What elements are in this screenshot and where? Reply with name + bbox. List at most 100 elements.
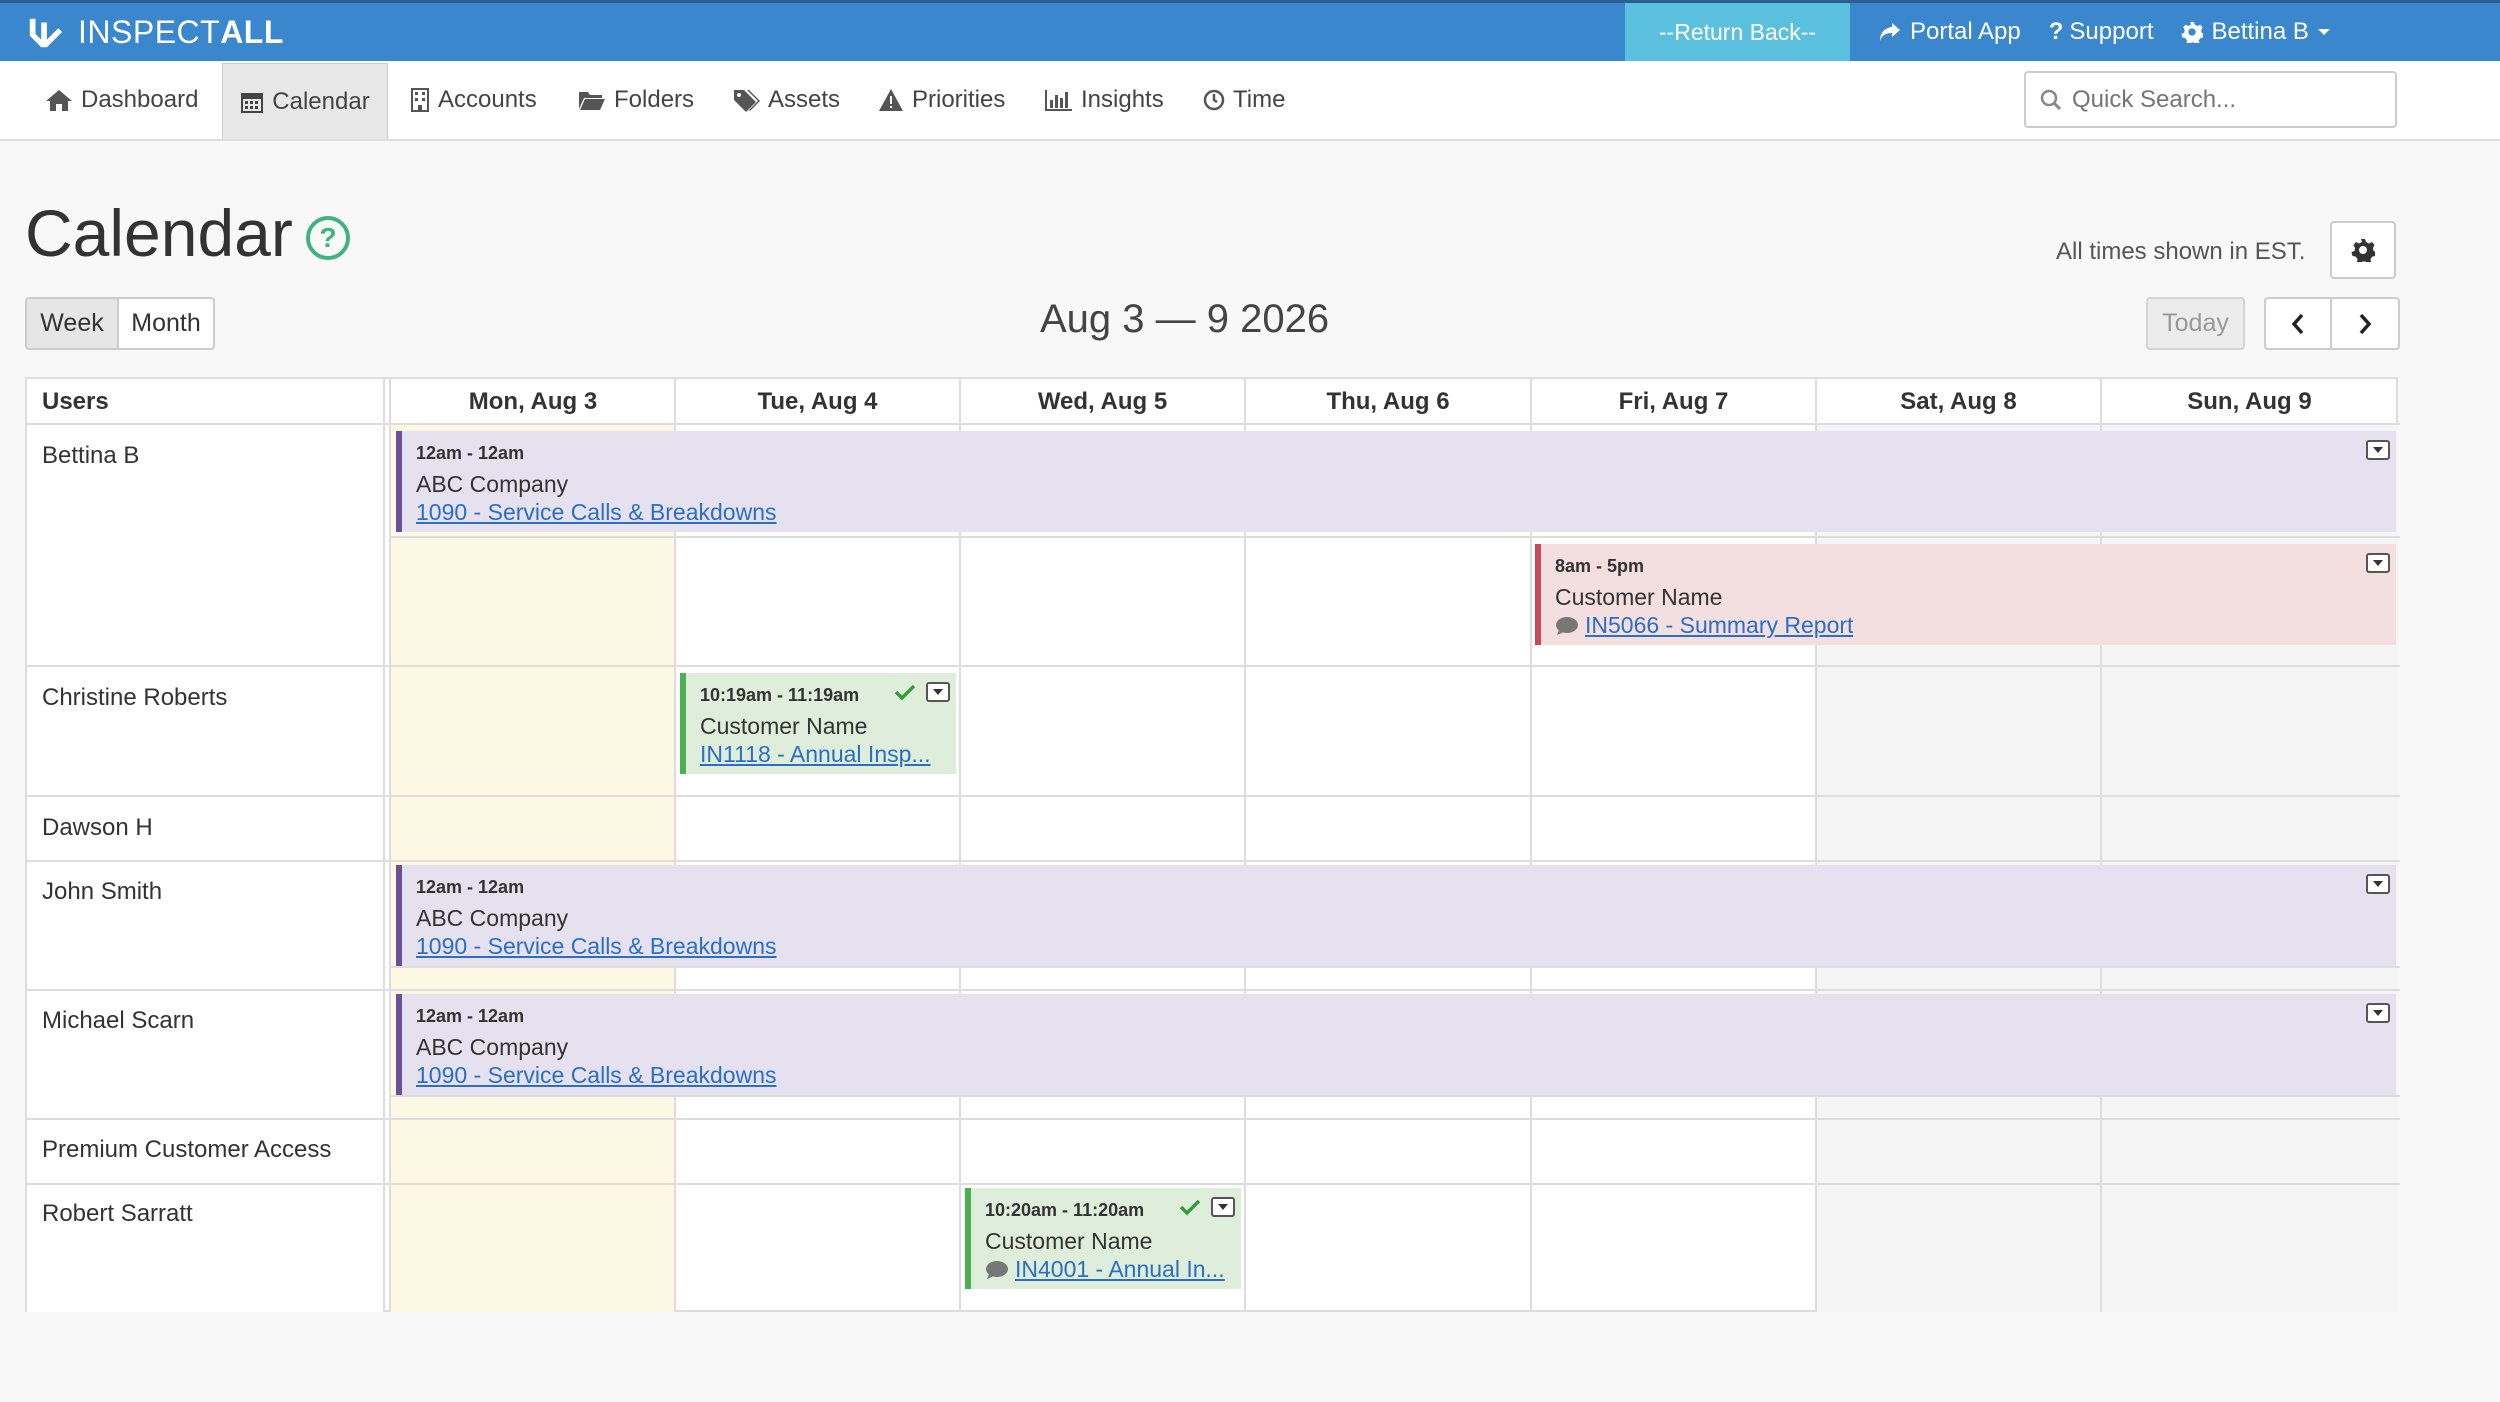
- clock-icon: [1203, 89, 1225, 111]
- nav-insights[interactable]: Insights: [1045, 61, 1164, 139]
- week-view-button[interactable]: Week: [27, 299, 119, 348]
- day-header: Sat, Aug 8: [1900, 388, 2017, 415]
- top-bar: INSPECT ALL --Return Back-- Portal App ? …: [0, 0, 2500, 61]
- calendar-event[interactable]: 12am - 12am ABC Company 1090 - Service C…: [396, 994, 2396, 1095]
- event-menu-button[interactable]: [2366, 440, 2390, 460]
- support-link[interactable]: ? Support: [2049, 18, 2154, 46]
- page-title: Calendar: [25, 196, 293, 270]
- week-pager: [2264, 297, 2400, 350]
- user-menu[interactable]: Bettina B: [2181, 18, 2330, 46]
- quick-search[interactable]: [2024, 71, 2397, 128]
- check-icon: [894, 684, 916, 701]
- event-link[interactable]: IN5066 - Summary Report: [1555, 612, 2396, 639]
- calendar-settings-button[interactable]: [2330, 221, 2396, 279]
- caret-down-icon: [933, 689, 943, 695]
- grid-line: [389, 966, 2400, 968]
- portal-app-label: Portal App: [1910, 18, 2021, 45]
- event-link[interactable]: IN4001 - Annual In...: [985, 1256, 1241, 1283]
- app-logo[interactable]: INSPECT ALL: [0, 13, 284, 51]
- nav-dashboard[interactable]: Dashboard: [45, 61, 198, 139]
- user-row-name: Michael Scarn: [42, 1007, 195, 1034]
- event-link[interactable]: 1090 - Service Calls & Breakdowns: [416, 933, 2396, 960]
- event-link-text: 1090 - Service Calls & Breakdowns: [416, 1062, 777, 1088]
- grid-line: [27, 795, 2400, 797]
- next-week-button[interactable]: [2332, 299, 2398, 348]
- event-link-text: 1090 - Service Calls & Breakdowns: [416, 933, 777, 959]
- nav-accounts[interactable]: Accounts: [410, 61, 537, 139]
- nav-assets-label: Assets: [768, 86, 841, 113]
- event-menu-button[interactable]: [926, 682, 950, 702]
- calendar-grid: Users Mon, Aug 3 Tue, Aug 4 Wed, Aug 5 T…: [25, 377, 2400, 1312]
- event-time: 10:19am - 11:19am: [700, 685, 860, 705]
- event-link[interactable]: IN1118 - Annual Insp...: [700, 741, 956, 768]
- event-menu-button[interactable]: [2366, 1003, 2390, 1023]
- event-link[interactable]: 1090 - Service Calls & Breakdowns: [416, 1062, 2396, 1089]
- caret-down-icon: [2373, 447, 2383, 453]
- chevron-right-icon: [2359, 313, 2372, 334]
- return-back-button[interactable]: --Return Back--: [1625, 3, 1850, 61]
- day-header: Mon, Aug 3: [468, 388, 598, 415]
- grid-line: [27, 1118, 2400, 1120]
- day-header: Sun, Aug 9: [2187, 388, 2312, 415]
- event-menu-button[interactable]: [2366, 553, 2390, 573]
- event-menu-button[interactable]: [2366, 874, 2390, 894]
- share-icon: [1880, 23, 1900, 41]
- event-link-text: 1090 - Service Calls & Breakdowns: [416, 499, 777, 525]
- tags-icon: [734, 90, 760, 112]
- event-time: 10:20am - 11:20am: [985, 1200, 1145, 1220]
- calendar-icon: [241, 92, 264, 113]
- calendar-event[interactable]: 10:20am - 11:20am Customer Name IN4001 -…: [965, 1188, 1241, 1289]
- portal-app-link[interactable]: Portal App: [1878, 18, 2021, 46]
- nav-folders[interactable]: Folders: [578, 61, 694, 139]
- grid-line: [389, 379, 391, 1312]
- calendar-event[interactable]: 12am - 12am ABC Company 1090 - Service C…: [396, 431, 2396, 532]
- comment-icon: [1556, 616, 1578, 635]
- grid-line: [27, 665, 2400, 667]
- day-header: Tue, Aug 4: [757, 388, 878, 415]
- calendar-event[interactable]: 8am - 5pm Customer Name IN5066 - Summary…: [1535, 544, 2396, 645]
- event-account: ABC Company: [416, 905, 569, 931]
- nav-calendar[interactable]: Calendar: [222, 63, 388, 139]
- nav-assets[interactable]: Assets: [732, 61, 840, 139]
- nav-calendar-label: Calendar: [272, 87, 370, 115]
- event-link[interactable]: 1090 - Service Calls & Breakdowns: [416, 499, 2396, 526]
- grid-line: [383, 379, 385, 1312]
- user-row-name: Bettina B: [42, 442, 140, 469]
- gear-icon: [2351, 239, 2375, 262]
- nav-dashboard-label: Dashboard: [81, 86, 199, 113]
- main-nav: Dashboard Calendar Accounts Folders Asse…: [0, 61, 2500, 141]
- user-row-name: Premium Customer Access: [42, 1136, 332, 1163]
- home-icon: [46, 90, 72, 111]
- grid-line: [389, 536, 2400, 538]
- user-row-name: Christine Roberts: [42, 684, 228, 711]
- calendar-event[interactable]: 12am - 12am ABC Company 1090 - Service C…: [396, 865, 2396, 966]
- grid-line: [389, 1095, 2400, 1097]
- user-row-name: John Smith: [42, 878, 163, 905]
- nav-priorities-label: Priorities: [912, 86, 1006, 113]
- event-account: Customer Name: [985, 1228, 1153, 1254]
- building-icon: [411, 88, 429, 112]
- today-button[interactable]: Today: [2146, 297, 2245, 350]
- nav-accounts-label: Accounts: [438, 86, 537, 113]
- event-account: ABC Company: [416, 471, 569, 497]
- chevron-left-icon: [2291, 313, 2304, 334]
- question-icon: ?: [2048, 18, 2064, 45]
- nav-priorities[interactable]: Priorities: [878, 61, 1005, 139]
- calendar-event[interactable]: 10:19am - 11:19am Customer Name IN1118 -…: [680, 673, 956, 774]
- previous-week-button[interactable]: [2266, 299, 2332, 348]
- grid-line: [27, 423, 2400, 425]
- event-account: Customer Name: [700, 713, 868, 739]
- nav-time[interactable]: Time: [1203, 61, 1285, 139]
- logo-text-light: INSPECT: [78, 13, 221, 50]
- event-time: 12am - 12am: [416, 443, 525, 463]
- search-input[interactable]: [2072, 85, 2372, 114]
- event-link-text: IN5066 - Summary Report: [1585, 612, 1854, 638]
- support-label: Support: [2069, 18, 2154, 45]
- search-icon: [2040, 89, 2062, 110]
- event-link-text: IN1118 - Annual Insp...: [700, 741, 931, 767]
- help-icon[interactable]: ?: [306, 216, 350, 260]
- users-header: Users: [42, 388, 109, 415]
- nav-insights-label: Insights: [1081, 86, 1164, 113]
- event-menu-button[interactable]: [1211, 1197, 1235, 1217]
- month-view-button[interactable]: Month: [119, 299, 213, 348]
